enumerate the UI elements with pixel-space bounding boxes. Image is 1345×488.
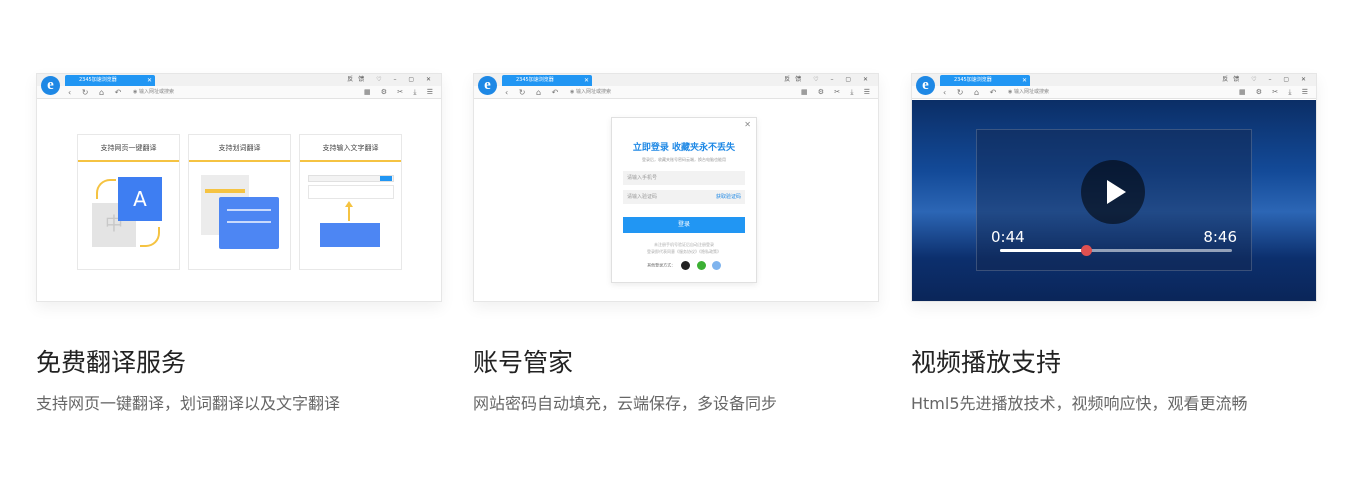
progress-knob	[1080, 245, 1092, 256]
close-icon: ✕	[744, 120, 751, 129]
note-line: 未注册手机号验证后自动注册登录	[654, 242, 714, 247]
url-placeholder: 输入网址或搜索	[138, 89, 174, 95]
play-button	[1081, 160, 1145, 224]
login-dialog: ✕ 立即登录 收藏夹永不丢失 登录后，收藏夹账号密码云端，换台电脑也能用 请输入…	[611, 117, 757, 283]
arrow-bottom-icon	[140, 227, 160, 247]
login-title: 立即登录 收藏夹永不丢失	[632, 143, 736, 153]
mini-translate-button	[380, 176, 392, 181]
toolbar-icons: ▦ ⚙ ✂ ⤓ ☰	[800, 88, 874, 96]
browser-tab: 2345加速浏览器 ✕	[65, 75, 155, 86]
code-field: 请输入验证码 获取验证码	[623, 190, 745, 204]
nav-icons: ‹ ↻ ⌂ ↶	[505, 88, 563, 97]
url-placeholder: 输入网址或搜索	[1013, 89, 1049, 95]
play-icon	[1107, 180, 1126, 204]
user-icon	[711, 261, 721, 270]
note-line: 登录即代表同意《服务协议》《隐私政策》	[647, 249, 721, 254]
browser-logo-icon: e	[916, 76, 935, 95]
translate-card-text: 支持输入文字翻译	[299, 134, 402, 270]
browser-tab: 2345加速浏览器 ✕	[502, 75, 592, 86]
browser-logo-icon: e	[478, 76, 497, 95]
video-player: 0:44 8:46	[976, 129, 1252, 271]
window-controls: 反馈 ♡ – ▢ ✕	[784, 76, 873, 83]
feature-description: 网站密码自动填充，云端保存，多设备同步	[473, 394, 778, 413]
url-bar: ◉ 输入网址或搜索	[133, 89, 174, 95]
highlight-bar	[205, 189, 245, 193]
login-subtitle: 登录后，收藏夹账号密码云端，换台电脑也能用	[642, 157, 726, 162]
tab-label: 2345加速浏览器	[954, 77, 992, 83]
feature-title: 免费翻译服务	[36, 348, 187, 377]
url-bar: ◉ 输入网址或搜索	[570, 89, 611, 95]
latin-glyph-box: A	[118, 177, 162, 221]
translation-popup	[219, 197, 279, 249]
feature-title: 视频播放支持	[911, 348, 1062, 377]
tab-close-icon: ✕	[146, 77, 152, 84]
get-code-link: 获取验证码	[715, 194, 741, 200]
nav-icons: ‹ ↻ ⌂ ↶	[68, 88, 126, 97]
other-login-label: 其他登录方式：	[647, 262, 676, 268]
feature-description: 支持网页一键翻译，划词翻译以及文字翻译	[36, 394, 341, 413]
feature-title: 账号管家	[473, 348, 574, 377]
qq-icon	[681, 261, 691, 270]
feature-description: Html5先进播放技术，视频响应快，观看更流畅	[911, 394, 1248, 413]
translate-card-selection: 支持划词翻译	[188, 134, 291, 270]
video-screenshot: e 2345加速浏览器 ✕ 反馈 ♡ – ▢ ✕ ‹ ↻ ⌂ ↶ ◉ 输入网址或搜…	[911, 73, 1317, 302]
current-time: 0:44	[991, 228, 1025, 246]
arrow-top-icon	[96, 179, 116, 199]
tab-label: 2345加速浏览器	[79, 77, 117, 83]
feature-translation: e 2345加速浏览器 ✕ 反馈 ♡ – ▢ ✕ ‹ ↻ ⌂ ↶ ◉ 输入网址或搜…	[36, 73, 442, 415]
progress-fill	[1000, 249, 1086, 252]
tab-close-icon: ✕	[583, 77, 589, 84]
phone-placeholder: 请输入手机号	[627, 175, 658, 181]
url-bar: ◉ 输入网址或搜索	[1008, 89, 1049, 95]
progress-bar	[1000, 245, 1232, 256]
toolbar-icons: ▦ ⚙ ✂ ⤓ ☰	[363, 88, 437, 96]
other-login: 其他登录方式：	[612, 261, 756, 270]
tab-label: 2345加速浏览器	[516, 77, 554, 83]
login-note: 未注册手机号验证后自动注册登录 登录即代表同意《服务协议》《隐私政策》	[612, 241, 756, 255]
card-title: 支持输入文字翻译	[300, 135, 401, 162]
result-box	[320, 223, 380, 247]
popup-line	[227, 221, 271, 223]
arrow-up-head-icon	[345, 201, 353, 207]
text-input-illustration	[308, 175, 394, 259]
browser-logo-icon: e	[41, 76, 60, 95]
toolbar-icons: ▦ ⚙ ✂ ⤓ ☰	[1238, 88, 1312, 96]
card-title: 支持划词翻译	[189, 135, 290, 162]
translation-screenshot: e 2345加速浏览器 ✕ 反馈 ♡ – ▢ ✕ ‹ ↻ ⌂ ↶ ◉ 输入网址或搜…	[36, 73, 442, 302]
code-placeholder: 请输入验证码	[627, 194, 658, 200]
translate-card-page: 支持网页一键翻译 中 A	[77, 134, 180, 270]
tab-close-icon: ✕	[1021, 77, 1027, 84]
popup-line	[227, 209, 271, 211]
browser-tab: 2345加速浏览器 ✕	[940, 75, 1030, 86]
window-controls: 反馈 ♡ – ▢ ✕	[1222, 76, 1311, 83]
mini-textarea	[308, 185, 394, 199]
nav-icons: ‹ ↻ ⌂ ↶	[943, 88, 1001, 97]
url-placeholder: 输入网址或搜索	[575, 89, 611, 95]
phone-field: 请输入手机号	[623, 171, 745, 185]
translate-illustration: 中 A	[92, 175, 170, 255]
card-title: 支持网页一键翻译	[78, 135, 179, 162]
account-screenshot: e 2345加速浏览器 ✕ 反馈 ♡ – ▢ ✕ ‹ ↻ ⌂ ↶ ◉ 输入网址或搜…	[473, 73, 879, 302]
feature-account-manager: e 2345加速浏览器 ✕ 反馈 ♡ – ▢ ✕ ‹ ↻ ⌂ ↶ ◉ 输入网址或搜…	[473, 73, 879, 415]
feature-video: e 2345加速浏览器 ✕ 反馈 ♡ – ▢ ✕ ‹ ↻ ⌂ ↶ ◉ 输入网址或搜…	[911, 73, 1317, 415]
selection-illustration	[201, 175, 281, 255]
duration: 8:46	[1203, 228, 1237, 246]
login-button: 登录	[623, 217, 745, 233]
wechat-icon	[696, 261, 706, 270]
window-controls: 反馈 ♡ – ▢ ✕	[347, 76, 436, 83]
